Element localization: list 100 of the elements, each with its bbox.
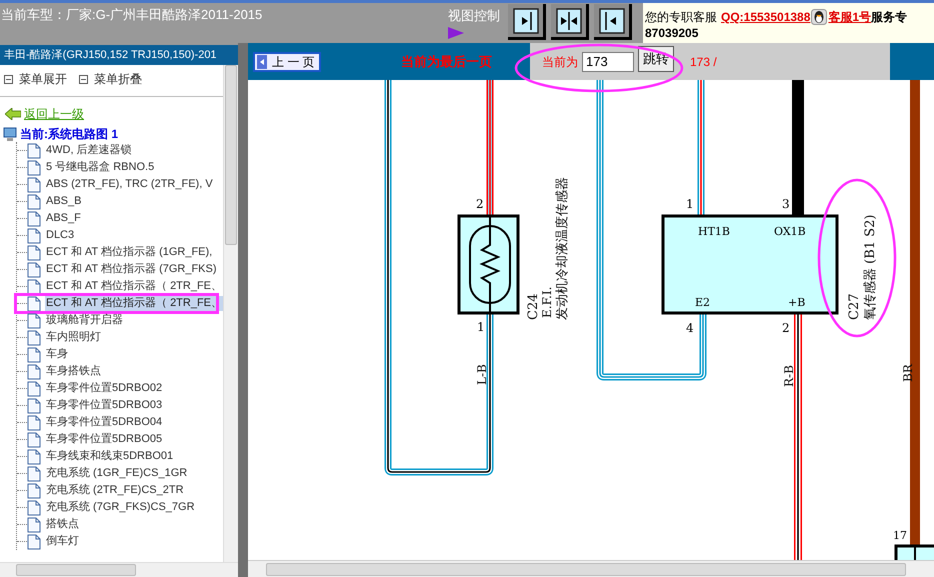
wire-label: L-B xyxy=(475,364,489,385)
computer-icon xyxy=(3,126,17,142)
arrow-left-icon xyxy=(257,54,267,68)
tree-item[interactable]: ECT 和 AT 档位指示器（ 2TR_FE、 xyxy=(45,296,224,311)
document-icon xyxy=(27,142,41,158)
system-label: E.F.I. xyxy=(540,286,554,318)
document-icon xyxy=(27,380,41,396)
menu-action-button[interactable]: 菜单展开 xyxy=(4,70,67,88)
pin-label: 1 xyxy=(477,320,485,334)
document-icon xyxy=(27,244,41,260)
terminal-label: E2 xyxy=(695,296,710,309)
page-label: 当前为 xyxy=(542,54,578,70)
document-icon xyxy=(27,414,41,430)
document-icon xyxy=(27,346,41,362)
back-arrow-icon xyxy=(5,108,21,120)
horizontal-scrollbar[interactable] xyxy=(248,560,934,577)
qq-link[interactable]: QQ:1553501388 xyxy=(721,9,810,25)
last-page-notice: 当前为最后一页 xyxy=(401,52,492,71)
document-icon xyxy=(27,176,41,192)
sidebar-title: 丰田-酷路泽(GRJ150,152 TRJ150,150)-201 xyxy=(0,45,238,65)
document-icon xyxy=(27,312,41,328)
page-title: 当前车型：厂家:G-广州丰田酷路泽2011-2015 xyxy=(0,6,264,24)
connector-code: C24 xyxy=(526,294,541,320)
menu-action-button[interactable]: 菜单折叠 xyxy=(79,70,142,88)
minus-box-icon xyxy=(79,74,88,84)
tree-item[interactable]: 玻璃舱背开启器 xyxy=(45,313,124,328)
splitter-bar[interactable] xyxy=(238,43,248,577)
current-location: 当前:系统电路图 1 xyxy=(20,126,118,143)
document-icon xyxy=(27,228,41,244)
scrollbar-thumb[interactable] xyxy=(225,65,237,245)
dock-right-button[interactable] xyxy=(508,4,546,40)
tree-item[interactable]: 4WD, 后差速器锁 xyxy=(45,143,133,158)
tree-item[interactable]: 车身 xyxy=(45,347,69,362)
document-icon xyxy=(27,500,41,516)
document-icon xyxy=(27,194,41,210)
document-icon xyxy=(27,482,41,498)
pin-label: 2 xyxy=(782,321,790,335)
vertical-scrollbar[interactable] xyxy=(223,65,238,562)
document-icon xyxy=(27,262,41,278)
pin-label: 4 xyxy=(686,321,694,335)
document-icon xyxy=(27,210,41,226)
tree-item[interactable]: 充电系统 (1GR_FE)CS_1GR xyxy=(45,466,188,481)
document-icon xyxy=(27,330,41,346)
split-view-button[interactable] xyxy=(551,4,589,40)
page-input[interactable]: 173 xyxy=(582,52,634,72)
service-label: 服务专 xyxy=(871,9,908,25)
tree-item[interactable]: 车身零件位置5DRBO05 xyxy=(45,432,164,447)
terminal-label: HT1B xyxy=(698,225,730,238)
terminal-label: OX1B xyxy=(774,225,806,238)
tree-item[interactable]: 车身零件位置5DRBO04 xyxy=(45,415,164,430)
tree-item[interactable]: ABS (2TR_FE), TRC (2TR_FE), V xyxy=(45,177,214,192)
tree-item[interactable]: 车身零件位置5DRBO02 xyxy=(45,381,164,396)
agent-link[interactable]: 客服1号 xyxy=(828,9,872,25)
previous-page-button[interactable]: 上 一 页 xyxy=(253,52,321,72)
tree-item[interactable]: ECT 和 AT 档位指示器 (7GR_FKS) xyxy=(45,262,218,277)
pin-label: 3 xyxy=(782,197,790,211)
tree-item[interactable]: 倒车灯 xyxy=(45,534,80,549)
back-link[interactable]: 返回上一级 xyxy=(24,105,84,123)
horizontal-scrollbar[interactable] xyxy=(0,562,238,577)
page-total: 173 / xyxy=(690,54,717,70)
pin-label: 17 xyxy=(893,529,907,542)
triangle-icon xyxy=(448,26,464,38)
tree-item[interactable]: 车身搭铁点 xyxy=(45,364,102,379)
connector-code: C27 xyxy=(847,294,862,320)
tree-item[interactable]: ECT 和 AT 档位指示器 (1GR_FE), xyxy=(45,245,214,260)
tree-item[interactable]: 充电系统 (2TR_FE)CS_2TR xyxy=(45,483,185,498)
tree-item[interactable]: ABS_B xyxy=(45,194,82,209)
document-icon xyxy=(27,296,41,312)
minus-box-icon xyxy=(4,74,13,84)
wire-label: R-B xyxy=(782,365,796,387)
document-icon xyxy=(27,432,41,448)
terminal-label: +B xyxy=(788,296,806,309)
scrollbar-thumb[interactable] xyxy=(16,564,136,576)
component-name: 氧传感器 (B1 S2) xyxy=(863,214,878,320)
dock-left-button[interactable] xyxy=(594,4,632,40)
document-icon xyxy=(27,516,41,532)
tree-item[interactable]: 车身零件位置5DRBO03 xyxy=(45,398,164,413)
document-icon xyxy=(27,466,41,482)
document-icon xyxy=(27,398,41,414)
scrollbar-thumb[interactable] xyxy=(266,562,906,576)
document-icon xyxy=(27,364,41,380)
tree-item[interactable]: 车内照明灯 xyxy=(45,330,102,345)
view-control-label: 视图控制 xyxy=(448,7,501,25)
service-label: 您的专职客服 xyxy=(645,9,717,25)
tree-item[interactable]: 车身线束和线束5DRBO01 xyxy=(45,449,174,464)
tree-item[interactable]: 充电系统 (7GR_FKS)CS_7GR xyxy=(45,500,196,515)
tree-item[interactable]: 搭铁点 xyxy=(45,517,80,532)
wire-label: BR xyxy=(901,364,915,382)
tree-item[interactable]: 5 号继电器盒 RBNO.5 xyxy=(45,160,156,175)
service-number: 87039205 xyxy=(645,26,698,40)
pin-label: 2 xyxy=(476,197,484,211)
component-name: 发动机冷却液温度传感器 xyxy=(555,177,570,320)
tree-item[interactable]: ECT 和 AT 档位指示器（ 2TR_FE、 xyxy=(45,279,224,294)
document-icon xyxy=(27,534,41,550)
connector-drawing xyxy=(894,544,934,560)
tree-item[interactable]: ABS_F xyxy=(45,211,82,226)
pin-label: 1 xyxy=(686,197,694,211)
tree-item[interactable]: DLC3 xyxy=(45,228,76,243)
document-icon xyxy=(27,160,41,176)
penguin-icon xyxy=(811,9,828,25)
